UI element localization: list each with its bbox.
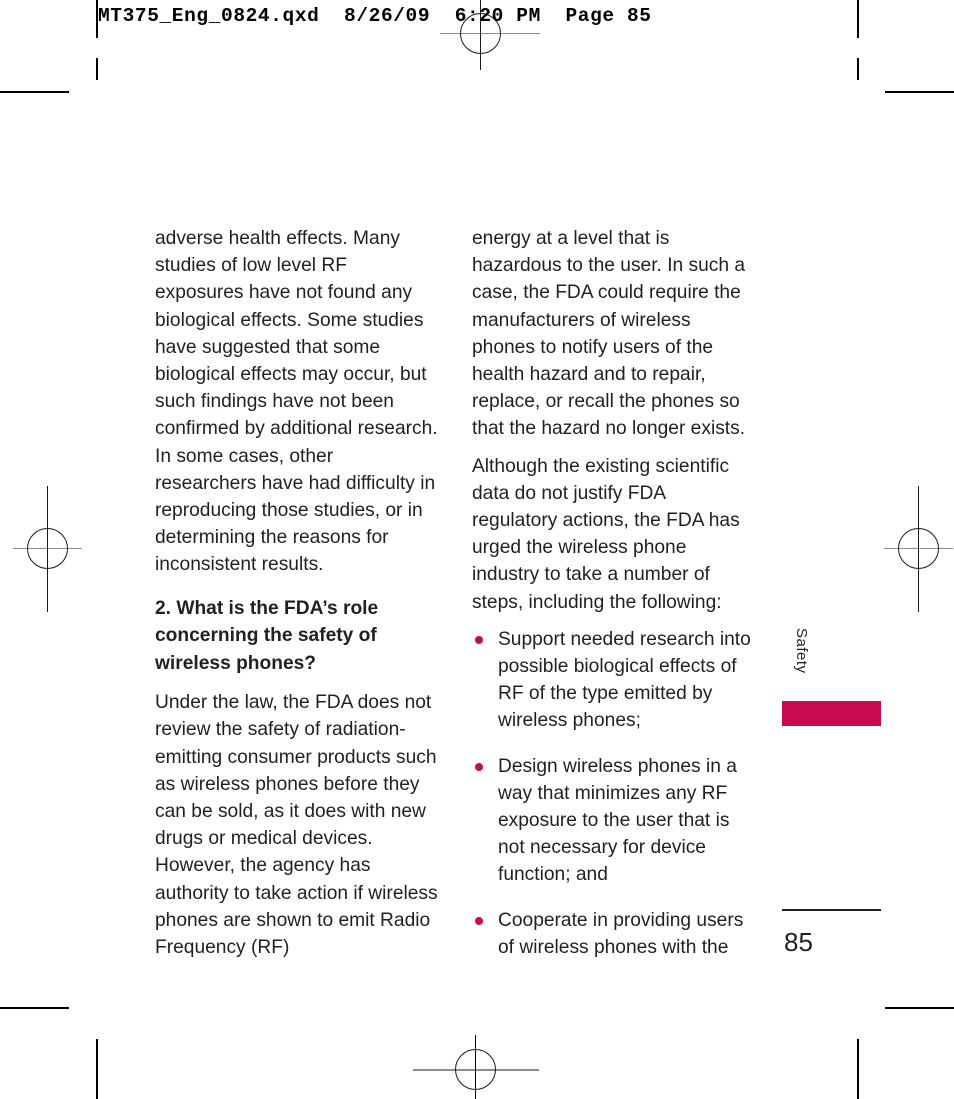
crop-mark-top-right-horizontal [885,91,954,93]
registration-mark-left [13,486,83,612]
section-tab-label-safety: Safety [793,628,810,674]
crop-mark-bottom-right-horizontal [885,1007,954,1009]
print-slug-header: MT375_Eng_0824.qxd 8/26/09 6:20 PM Page … [98,5,652,27]
trim-line-left-lower [96,1039,98,1099]
bullet-dot-icon [475,762,483,771]
paragraph-adverse-health-effects: adverse health effects. Many studies of … [155,228,438,576]
left-text-column: adverse health effects. Many studies of … [155,225,438,961]
paragraph-energy-level-hazardous: energy at a level that is hazardous to t… [472,228,746,440]
paragraph-under-the-law: Under the law, the FDA does not review t… [155,692,438,958]
crop-mark-top-right-vertical [857,58,859,80]
trim-line-right-lower [857,1039,859,1099]
manual-page: MT375_Eng_0824.qxd 8/26/09 6:20 PM Page … [0,0,954,1099]
folio-rule [782,909,881,911]
bullet-dot-icon [475,916,483,925]
paragraph-although-existing-scientific: Although the existing scientific data do… [472,455,740,613]
right-text-column: energy at a level that is hazardous to t… [472,225,755,961]
fda-steps-bullet-list: Support needed research into possible bi… [472,626,755,961]
list-item-text: Cooperate in providing users of wireless… [498,909,744,958]
crop-mark-top-left-horizontal [0,91,69,93]
registration-mark-right [884,486,954,612]
crop-mark-top-left-vertical [96,58,98,80]
list-item: Support needed research into possible bi… [472,626,755,735]
list-item-text: Design wireless phones in a way that min… [498,755,737,886]
list-item: Cooperate in providing users of wireless… [472,907,755,961]
question-heading-fda-role: 2. What is the FDA’s role concerning the… [155,597,379,674]
list-item: Design wireless phones in a way that min… [472,753,755,889]
bullet-dot-icon [475,635,483,644]
registration-mark-bottom [413,1035,539,1099]
page-number: 85 [784,927,813,957]
trim-line-right [857,0,859,38]
list-item-text: Support needed research into possible bi… [498,628,751,732]
crop-mark-bottom-left-horizontal [0,1007,69,1009]
section-tab-bar [782,701,881,726]
